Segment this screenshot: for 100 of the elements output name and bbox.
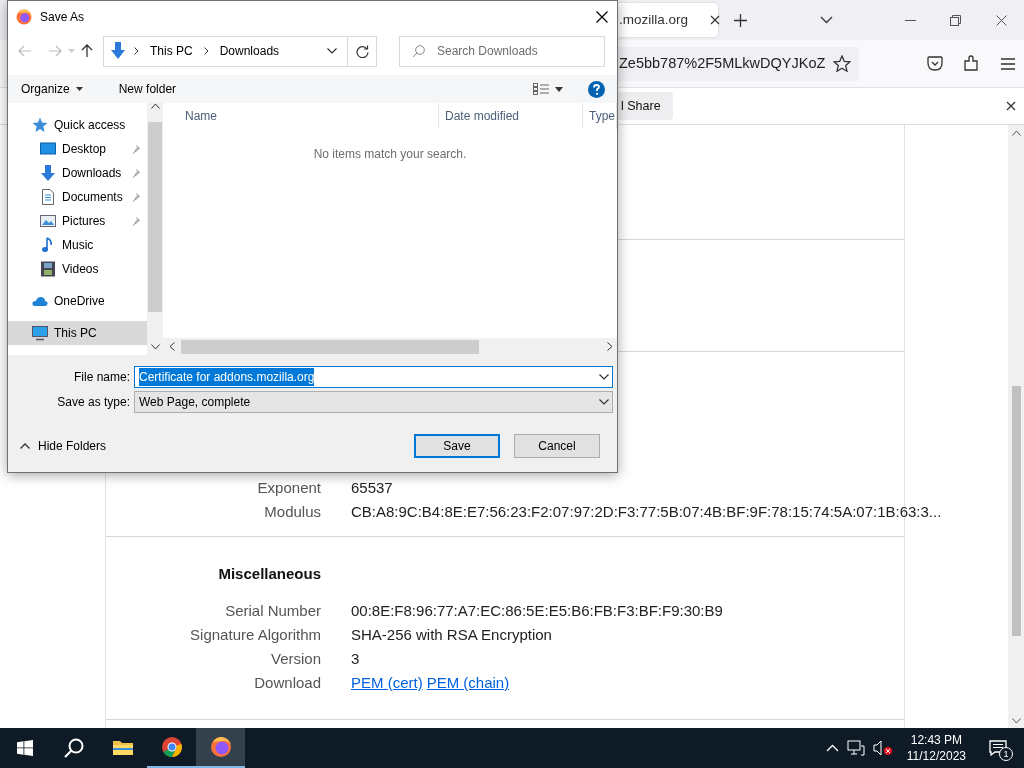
dialog-button[interactable]: Cancel xyxy=(514,434,600,458)
field-label: Exponent xyxy=(256,478,321,498)
nav-item[interactable]: Pictures xyxy=(8,209,147,233)
film-icon xyxy=(40,261,56,277)
share-button[interactable]: l Share xyxy=(617,92,673,120)
notification-button[interactable]: 1 xyxy=(980,728,1016,768)
close-icon[interactable] xyxy=(1005,101,1016,111)
field-value: 65537 xyxy=(350,478,393,498)
clock-time: 12:43 PM xyxy=(909,732,964,748)
download-link[interactable]: PEM (chain) xyxy=(426,674,510,691)
close-icon[interactable] xyxy=(996,14,1007,26)
firefox-icon xyxy=(16,8,32,25)
download-icon xyxy=(110,42,126,60)
star-icon xyxy=(32,117,48,133)
download-icon xyxy=(40,165,56,181)
chevron-down-icon[interactable] xyxy=(327,48,337,54)
scrollbar-thumb[interactable] xyxy=(181,339,479,354)
download-link[interactable]: PEM (cert) xyxy=(351,674,423,691)
scroll-down-icon[interactable] xyxy=(1011,718,1021,724)
caret-icon xyxy=(555,86,563,92)
chevron-down-icon[interactable] xyxy=(820,16,833,24)
browser-tab[interactable]: .mozilla.org xyxy=(617,3,718,37)
field-label: Modulus xyxy=(263,502,321,522)
chevron-up-icon[interactable] xyxy=(825,744,839,752)
up-arrow-icon[interactable] xyxy=(81,44,93,58)
scroll-right-icon[interactable] xyxy=(607,342,613,351)
windows-icon xyxy=(16,740,33,756)
field-value: CB:A8:9C:B4:8E:E7:56:23:F2:07:97:2D:F3:77:5B:07:4B:BF:9F:78:15:74:5A:07:1B:63:3... xyxy=(350,502,942,522)
document-icon xyxy=(40,189,56,205)
breadcrumb-item[interactable]: Downloads xyxy=(219,42,280,60)
nav-item[interactable]: Downloads xyxy=(8,161,147,185)
close-icon[interactable] xyxy=(596,10,608,23)
dialog-button[interactable]: Save xyxy=(414,434,500,458)
network-icon[interactable] xyxy=(846,740,865,756)
field-label: Serial Number xyxy=(224,601,321,621)
minimize-icon[interactable] xyxy=(905,19,916,21)
search-icon xyxy=(63,738,84,758)
firefox-icon xyxy=(209,736,232,758)
nav-item[interactable]: Desktop xyxy=(8,137,147,161)
scroll-down-icon[interactable] xyxy=(150,344,160,350)
nav-item[interactable]: OneDrive xyxy=(8,289,147,313)
chevron-right-icon xyxy=(134,47,139,55)
chevron-right-icon xyxy=(203,47,209,55)
message-icon xyxy=(989,740,1007,756)
nav-item[interactable]: Documents xyxy=(8,185,147,209)
section-heading: Miscellaneous xyxy=(217,564,321,584)
search-icon xyxy=(412,44,425,58)
search-field[interactable]: Search Downloads xyxy=(399,35,605,67)
restore-icon[interactable] xyxy=(950,14,961,26)
nav-item[interactable]: Videos xyxy=(8,257,147,281)
save-type-dropdown[interactable]: Web Page, complete xyxy=(134,391,613,413)
field-label: File name: xyxy=(72,369,131,386)
field-value: 3 xyxy=(350,649,360,669)
scroll-up-icon[interactable] xyxy=(1011,130,1021,136)
picture-icon xyxy=(40,213,56,229)
scrollbar-thumb[interactable] xyxy=(1011,386,1021,636)
desktop-icon xyxy=(40,141,56,157)
organize-button[interactable]: Organize xyxy=(18,80,86,98)
column-header[interactable]: Name xyxy=(163,103,439,129)
file-name-field[interactable]: Certificate for addons.mozilla.org xyxy=(134,366,613,388)
help-icon[interactable] xyxy=(588,80,605,98)
nav-item[interactable]: This PC xyxy=(8,321,147,345)
computer-icon xyxy=(32,325,48,341)
column-header[interactable]: Date modified xyxy=(439,103,583,129)
address-field[interactable]: This PC Downloads xyxy=(103,35,377,67)
view-button[interactable] xyxy=(530,83,566,95)
chevron-down-icon[interactable] xyxy=(599,374,609,380)
volume-muted-icon[interactable] xyxy=(872,740,893,756)
window-title: Save As xyxy=(40,8,85,26)
field-value: 00:8E:F8:96:77:A7:EC:86:5E:E5:B6:FB:F3:BF:F9:30:B9 xyxy=(350,601,723,621)
puzzle-icon[interactable] xyxy=(963,55,980,72)
column-header[interactable]: Type xyxy=(583,103,617,129)
field-label: Download xyxy=(253,673,321,693)
field-label: Signature Algorithm xyxy=(189,625,321,645)
nav-item[interactable]: Music xyxy=(8,233,147,257)
pocket-icon[interactable] xyxy=(927,56,944,71)
notification-count: 1 xyxy=(999,747,1013,761)
nav-item[interactable]: Quick access xyxy=(8,113,147,137)
chevron-down-icon xyxy=(599,399,609,405)
field-label: Version xyxy=(269,649,321,669)
field-value: SHA-256 with RSA Encryption xyxy=(350,625,552,645)
star-icon[interactable] xyxy=(833,55,852,72)
view-list-icon xyxy=(533,83,549,95)
scrollbar-thumb[interactable] xyxy=(148,121,162,312)
address-bar[interactable]: Ze5bb787%2F5MLkwDQYJKoZ xyxy=(617,46,860,81)
clock-date: 11/12/2023 xyxy=(906,748,966,764)
chrome-icon xyxy=(160,736,183,758)
breadcrumb-item[interactable]: This PC xyxy=(150,42,193,60)
plus-icon[interactable] xyxy=(734,13,747,27)
close-icon[interactable] xyxy=(710,15,721,25)
menu-icon[interactable] xyxy=(1001,57,1016,70)
empty-message: No items match your search. xyxy=(312,146,468,163)
new-folder-button[interactable]: New folder xyxy=(115,80,180,98)
taskbar-app[interactable] xyxy=(196,728,245,768)
hide-folders-button[interactable]: Hide Folders xyxy=(20,437,107,455)
chevron-up-icon xyxy=(20,443,30,449)
scroll-up-icon[interactable] xyxy=(150,103,160,109)
field-label: Save as type: xyxy=(56,394,131,411)
scroll-left-icon[interactable] xyxy=(169,342,175,351)
refresh-icon[interactable] xyxy=(355,44,369,58)
